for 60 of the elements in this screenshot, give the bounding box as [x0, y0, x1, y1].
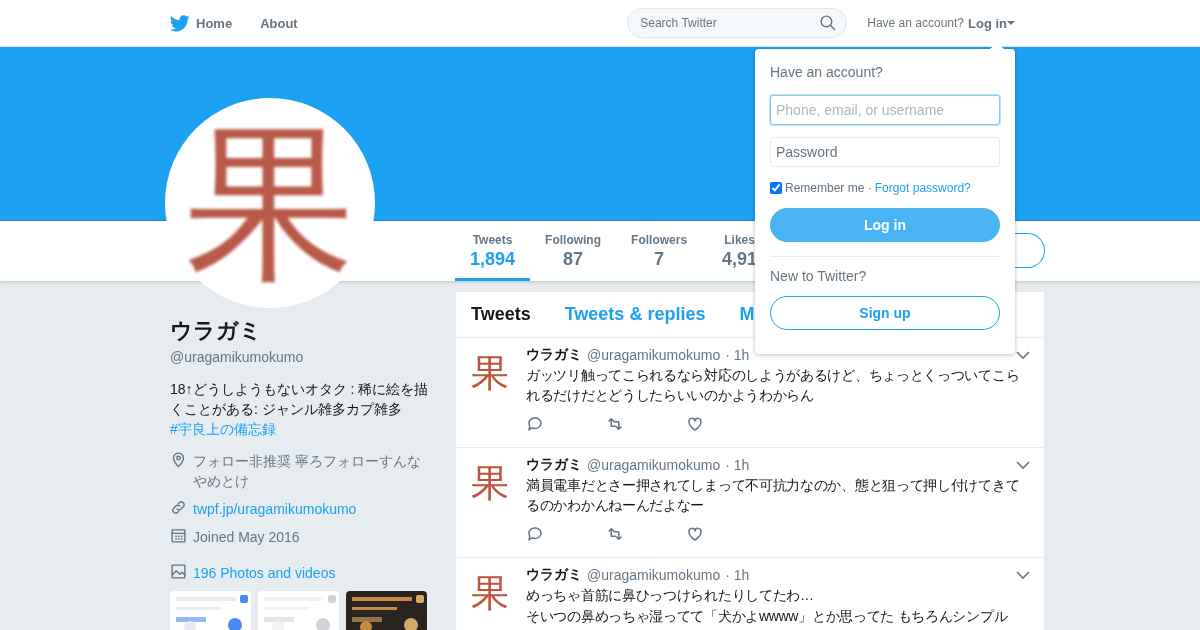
bird-icon	[170, 14, 190, 32]
tweet-avatar: 果	[471, 464, 510, 507]
profile-url-link[interactable]: twpf.jp/uragamikumokumo	[193, 499, 357, 519]
tweet-time: · 1h	[725, 347, 750, 363]
chevron-down-icon[interactable]	[1016, 348, 1030, 362]
tweet-time: · 1h	[725, 567, 750, 583]
tweet-text: 満員電車だとさー押されてしまって不可抗力なのか、態と狙って押し付けてきてるのかわかんねーんだよなー	[526, 476, 1021, 515]
hashtag-link[interactable]: #宇良上の備忘録	[170, 421, 276, 437]
remember-checkbox[interactable]	[770, 182, 782, 194]
reply-icon	[526, 525, 544, 543]
login-button[interactable]: Log in	[770, 208, 1000, 242]
profile-stat[interactable]: Tweets 1,894	[455, 221, 531, 281]
dropdown-title: Have an account?	[770, 64, 884, 80]
heart-icon	[686, 525, 704, 543]
tweet-handle: @uragamikumokumo	[587, 347, 721, 363]
forgot-password-link[interactable]: Forgot password?	[874, 181, 971, 195]
heart-icon	[686, 415, 704, 433]
account-prompt: Have an account?	[867, 16, 964, 30]
retweet-icon	[606, 525, 624, 543]
profile-stat[interactable]: Following 87	[530, 221, 617, 281]
signup-button[interactable]: Sign up	[770, 296, 1000, 330]
nav-link[interactable]: Home	[170, 14, 233, 32]
tweet-text: そいつの鼻めっちゃ湿ってて「犬かよwwww」とか思ってた もちろんシンプル	[526, 607, 1009, 626]
timeline-tab[interactable]: Tweets	[471, 304, 531, 325]
tweet-handle: @uragamikumokumo	[587, 567, 721, 583]
reply-icon	[526, 415, 544, 433]
profile-stat[interactable]: Followers 7	[616, 221, 703, 281]
nav-link[interactable]: About	[260, 15, 298, 31]
image-icon	[170, 563, 187, 580]
retweet-icon	[606, 415, 624, 433]
tweet-handle: @uragamikumokumo	[587, 457, 721, 473]
search-icon	[819, 14, 837, 31]
tweet-author: ウラガミ	[526, 566, 582, 584]
chevron-down-icon[interactable]	[1016, 458, 1030, 472]
caret-icon	[1007, 20, 1015, 26]
tweet-avatar: 果	[471, 574, 510, 617]
joined-date: Joined May 2016	[193, 528, 300, 547]
profile-name: ウラガミ	[170, 317, 263, 345]
search-field[interactable]: Search Twitter	[627, 8, 848, 38]
tweet-avatar: 果	[471, 354, 510, 397]
signup-prompt: New to Twitter?	[770, 268, 868, 284]
profile-handle: @uragamikumokumo	[170, 349, 305, 365]
tweet-text: めっちゃ首筋に鼻ひっつけられたりしてたわ…	[526, 586, 815, 605]
photos-link[interactable]: 196 Photos and videos	[193, 563, 336, 583]
password-field[interactable]: Password	[770, 137, 1000, 167]
timeline-tab[interactable]: M	[739, 304, 755, 325]
calendar-icon	[170, 527, 187, 544]
location-pin-icon	[170, 451, 187, 468]
profile-bio: 18↑どうしようもないオタク : 稀に絵を描くことがある: ジャンル雑多カプ雑多 #宇良上の備忘録	[170, 380, 430, 439]
tweet-text: ガッツリ触ってこられるなら対応のしようがあるけど、ちょっとくっついてこられるだけだとどうしたらいいのかようわからん	[526, 366, 1021, 405]
login-link[interactable]: Log in	[968, 15, 1015, 31]
profile-location: フォロー非推奨 寧ろフォローすんなやめとけ	[193, 452, 422, 491]
tweet-author: ウラガミ	[526, 456, 582, 474]
tweet-time: · 1h	[725, 457, 750, 473]
timeline-tab[interactable]: Tweets & replies	[564, 304, 706, 325]
link-icon	[170, 499, 187, 516]
chevron-down-icon[interactable]	[1016, 568, 1030, 582]
tweet-author: ウラガミ	[526, 346, 582, 364]
username-field[interactable]: Phone, email, or username	[770, 95, 1000, 125]
remember-label: Remember me ·	[785, 181, 872, 195]
